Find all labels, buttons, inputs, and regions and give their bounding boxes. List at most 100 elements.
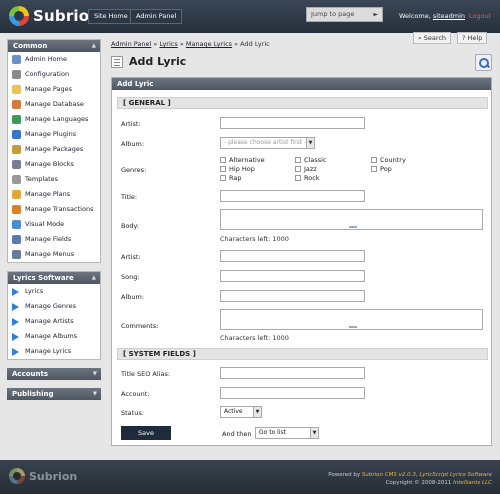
checkbox-icon[interactable] [295,157,301,163]
site-home-button[interactable]: Site Home [88,9,134,24]
sidebar-item[interactable]: Manage Database [8,97,100,112]
genre-checkbox[interactable]: Rock [295,174,320,182]
expand-down-icon[interactable]: ▼ [93,388,97,400]
sidebar-item-label: Manage Pages [25,85,73,93]
sidebar-item[interactable]: Manage Plans [8,187,100,202]
common-header[interactable]: Common ▲ [8,40,100,52]
artist2-input[interactable] [220,250,365,262]
comments-label: Comments: [121,322,159,330]
arrow-right-icon [12,332,19,341]
status-label: Status: [121,409,144,417]
magnifier-icon[interactable] [475,54,492,71]
genre-label: Rap [229,174,242,182]
triangle-right-icon: ► [373,11,378,18]
lyrics-menu-item[interactable]: Manage Genres [8,299,100,314]
album-select[interactable]: - please choose artist first - ▼ [220,137,315,149]
intelliants-link[interactable]: Intelliants LLC [453,480,492,486]
checkbox-icon[interactable] [220,166,226,172]
lyrics-menu-item[interactable]: Lyrics [8,284,100,299]
sidebar-item[interactable]: Visual Mode [8,217,100,232]
checkbox-icon[interactable] [220,175,226,181]
genre-label: Alternative [229,156,265,164]
dropdown-arrow-icon: ▼ [306,138,314,148]
lyrics-software-header[interactable]: Lyrics Software ▲ [8,272,100,284]
sidebar-item[interactable]: Templates [8,172,100,187]
resize-grip[interactable] [349,326,357,328]
genre-checkbox[interactable]: Rap [220,174,241,182]
sidebar-item-label: Visual Mode [25,220,65,228]
sidebar-item[interactable]: Manage Packages [8,142,100,157]
expand-down-icon[interactable]: ▼ [93,368,97,380]
sidebar-item[interactable]: Manage Blocks [8,157,100,172]
genre-checkbox[interactable]: Jazz [295,165,317,173]
genres-label: Genres: [121,166,147,174]
genre-label: Classic [304,156,327,164]
logout-link[interactable]: Logout [469,12,491,20]
breadcrumb-admin-panel[interactable]: Admin Panel [111,40,151,48]
sidebar-item[interactable]: Manage Transactions [8,202,100,217]
breadcrumb-manage-lyrics[interactable]: Manage Lyrics [186,40,232,48]
sidebar-item[interactable]: Manage Languages [8,112,100,127]
search-button[interactable]: ⌕ Search [413,32,452,44]
sidebar-item-label: Manage Blocks [25,160,74,168]
username-link[interactable]: siteadmin [433,12,465,20]
comments-textarea[interactable] [220,309,483,330]
subrion-cms-link[interactable]: Subrion CMS v2.0.3 [362,472,416,478]
accounts-header[interactable]: Accounts ▼ [7,368,101,380]
arrow-right-icon [12,317,19,326]
checkbox-icon[interactable] [295,175,301,181]
breadcrumb: Admin Panel » Lyrics » Manage Lyrics » A… [111,40,270,48]
album2-input[interactable] [220,290,365,302]
checkbox-icon[interactable] [371,166,377,172]
jump-to-page-label: Jump to page [311,10,355,18]
genre-checkbox[interactable]: Alternative [220,156,265,164]
resize-grip[interactable] [349,226,357,228]
body-textarea[interactable] [220,209,483,230]
account-label: Account: [121,390,150,398]
collapse-up-icon[interactable]: ▲ [92,40,96,52]
save-button[interactable]: Save [121,426,171,440]
genre-checkbox[interactable]: Country [371,156,406,164]
artist-input[interactable] [220,117,365,129]
collapse-up-icon[interactable]: ▲ [92,272,96,284]
admin-panel-button[interactable]: Admin Panel [130,9,183,24]
sidebar-item[interactable]: Manage Plugins [8,127,100,142]
breadcrumb-lyrics[interactable]: Lyrics [159,40,177,48]
checkbox-icon[interactable] [295,166,301,172]
song-input[interactable] [220,270,365,282]
sidebar: Common ▲ Admin Home Configuration Manage P… [7,39,101,408]
sidebar-item-label: Templates [25,175,59,183]
jump-to-page-select[interactable]: Jump to page ► [306,7,383,22]
seo-alias-input[interactable] [220,367,365,379]
and-then-select[interactable]: Go to list ▼ [255,427,319,439]
lyrics-menu-item[interactable]: Manage Artists [8,314,100,329]
checkbox-icon[interactable] [220,157,226,163]
genre-checkbox[interactable]: Pop [371,165,392,173]
genre-checkbox[interactable]: Classic [295,156,326,164]
sidebar-item[interactable]: Manage Menus [8,247,100,262]
publishing-box: Publishing ▼ [7,388,101,400]
sidebar-item[interactable]: Manage Pages [8,82,100,97]
lyrics-menu-item-label: Manage Lyrics [25,347,72,355]
subrion-logo[interactable]: Subrion [9,6,100,26]
lyricscript-link[interactable]: LyricScript Lyrics Software [419,472,492,478]
lyrics-menu-item[interactable]: Manage Albums [8,329,100,344]
checkbox-icon[interactable] [371,157,377,163]
add-lyric-panel: Add Lyric [ GENERAL ] Artist: Album: - p… [111,77,492,446]
sidebar-item[interactable]: Admin Home [8,52,100,67]
help-button[interactable]: ? Help [457,32,488,44]
genre-checkbox[interactable]: Hip Hop [220,165,255,173]
common-menu: Admin Home Configuration Manage Pages Manag… [8,52,100,262]
status-select[interactable]: Active ▼ [220,406,262,418]
lyrics-software-box: Lyrics Software ▲ Lyrics Manage Genres Man… [7,271,101,360]
database-icon [12,100,21,109]
footer-separator: , [415,472,418,478]
sidebar-item-label: Manage Plans [25,190,71,198]
sidebar-item[interactable]: Manage Fields [8,232,100,247]
sidebar-item[interactable]: Configuration [8,67,100,82]
account-input[interactable] [220,387,365,399]
title-input[interactable] [220,190,365,202]
genre-label: Country [380,156,406,164]
lyrics-menu-item[interactable]: Manage Lyrics [8,344,100,359]
publishing-header[interactable]: Publishing ▼ [7,388,101,400]
